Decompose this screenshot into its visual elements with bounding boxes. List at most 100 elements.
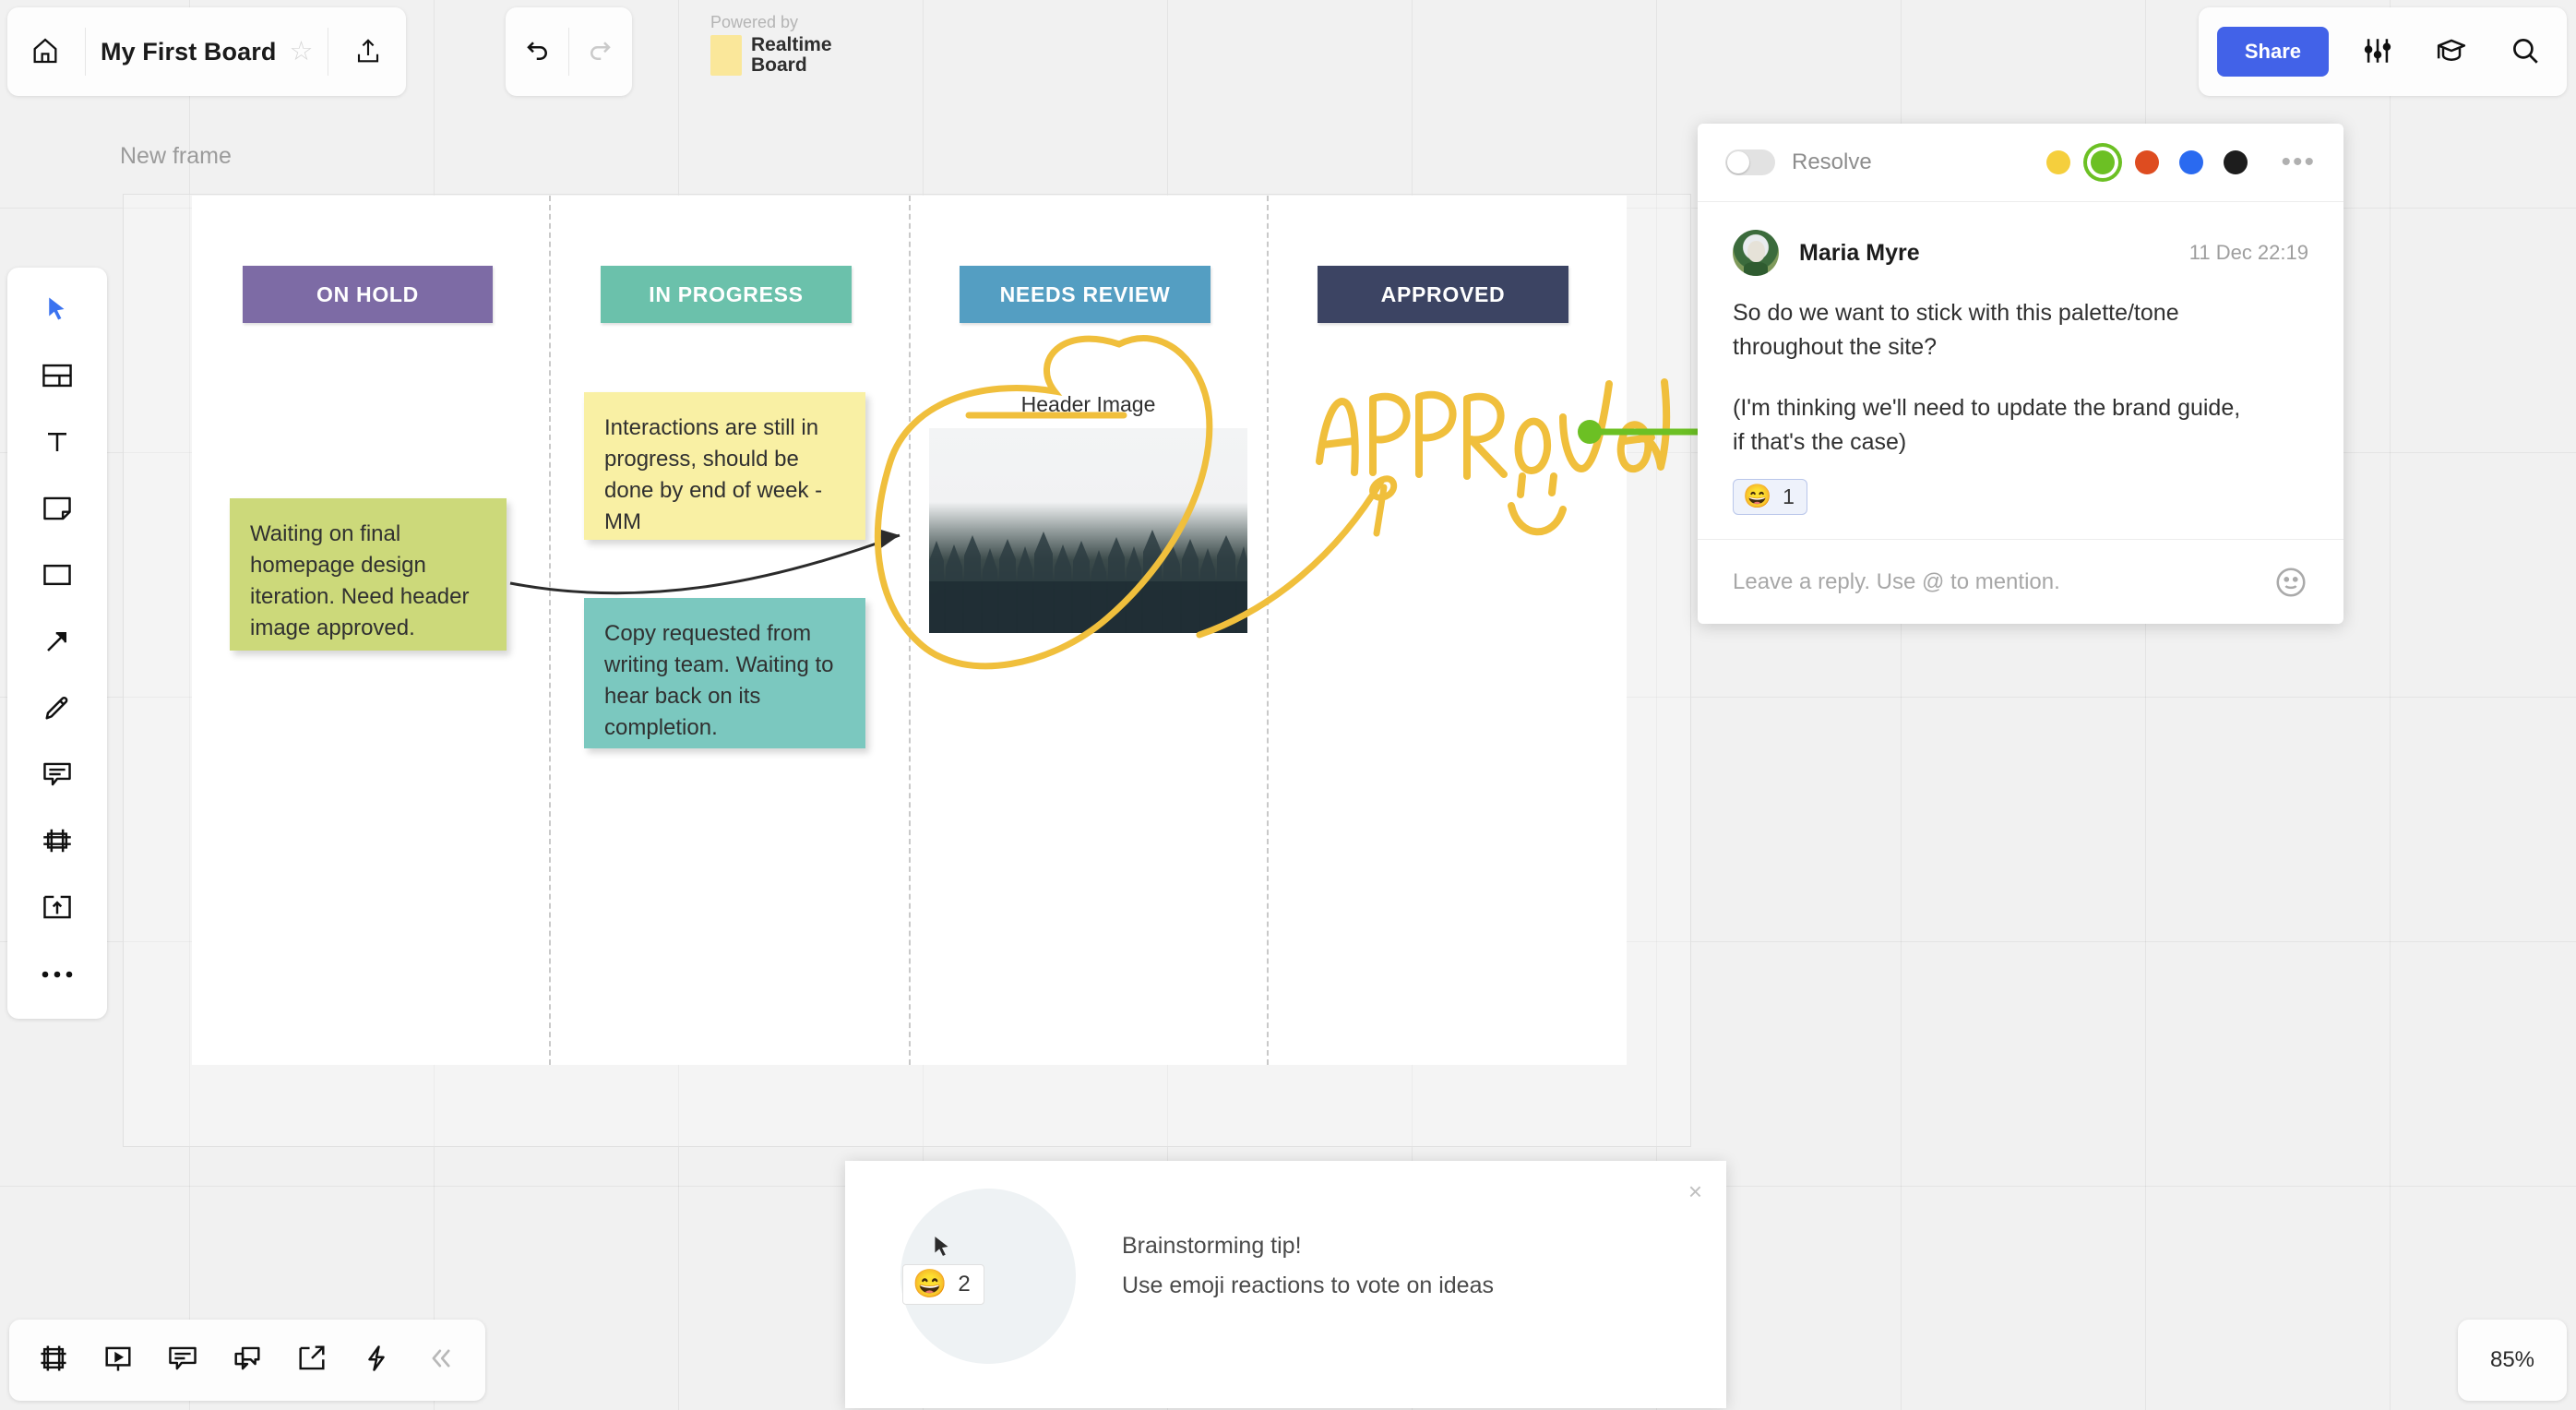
- sticky-note-icon: [42, 496, 72, 526]
- board-settings-button[interactable]: [2353, 27, 2403, 77]
- rectangle-icon: [42, 563, 72, 591]
- header-image-widget[interactable]: Header Image: [929, 392, 1247, 633]
- column-header-needs-review[interactable]: NEEDS REVIEW: [960, 266, 1210, 323]
- header-image-photo[interactable]: [929, 428, 1247, 633]
- column-divider-3: [1267, 196, 1269, 1065]
- resolve-toggle[interactable]: [1725, 149, 1775, 175]
- account-toolbar-group: Share: [2198, 7, 2567, 96]
- cursor-arrow-icon: [930, 1233, 954, 1265]
- comment-color-picker: •••: [2046, 149, 2316, 176]
- frame-crop-icon: [42, 828, 72, 858]
- export-upload-button[interactable]: [343, 27, 393, 77]
- resolve-label: Resolve: [1792, 149, 1872, 174]
- template-tool[interactable]: [28, 351, 87, 404]
- chat-button[interactable]: [218, 1332, 277, 1389]
- upload-box-icon: [42, 894, 72, 925]
- column-header-on-hold[interactable]: ON HOLD: [243, 266, 493, 323]
- column-header-label: IN PROGRESS: [649, 281, 804, 306]
- chevron-double-left-icon: [428, 1346, 454, 1375]
- column-divider-1: [549, 196, 551, 1065]
- text-tool[interactable]: [28, 417, 87, 471]
- brainstorming-tip-popup: × 😄 2 Brainstorming tip! Use emoji react…: [845, 1161, 1726, 1408]
- zoom-level-badge[interactable]: 85%: [2458, 1320, 2567, 1401]
- emoji-picker-icon[interactable]: [2273, 565, 2308, 600]
- grinning-face-emoji-icon: 😄: [912, 1269, 948, 1299]
- comment-text-paragraph-2: (I'm thinking we'll need to update the b…: [1733, 395, 2241, 455]
- sticky-note-text: Interactions are still in progress, shou…: [604, 415, 823, 535]
- upload-tool[interactable]: [28, 882, 87, 936]
- line-tool[interactable]: [28, 616, 87, 670]
- comment-author-row: Maria Myre 11 Dec 22:19: [1733, 230, 2308, 276]
- magnifier-icon: [2510, 35, 2541, 69]
- cursor-arrow-icon: [43, 294, 71, 329]
- comment-reaction-chip[interactable]: 😄 1: [1733, 479, 1807, 515]
- shape-tool[interactable]: [28, 550, 87, 603]
- avatar: [1733, 230, 1779, 276]
- powered-by-brand: Powered by Realtime Board: [710, 13, 832, 76]
- template-grid-icon: [42, 363, 73, 393]
- column-header-approved[interactable]: APPROVED: [1318, 266, 1568, 323]
- reply-input[interactable]: [1733, 568, 2273, 595]
- toolbar-divider: [85, 28, 86, 76]
- more-tools-button[interactable]: [28, 949, 87, 1002]
- column-header-in-progress[interactable]: IN PROGRESS: [601, 266, 852, 323]
- presentation-button[interactable]: [89, 1332, 148, 1389]
- home-button[interactable]: [20, 27, 70, 77]
- color-dot-blue[interactable]: [2179, 150, 2204, 174]
- home-icon: [30, 36, 60, 68]
- chat-bubbles-icon: [233, 1344, 262, 1377]
- sticky-note-in-progress-2[interactable]: Copy requested from writing team. Waitin…: [584, 598, 865, 748]
- integrations-button[interactable]: [347, 1332, 406, 1389]
- lightning-bolt-icon: [364, 1344, 388, 1377]
- toolbar-divider: [568, 28, 569, 76]
- comment-body: Maria Myre 11 Dec 22:19 So do we want to…: [1698, 201, 2343, 539]
- frames-panel-button[interactable]: [24, 1332, 83, 1389]
- page-title: My First Board: [101, 37, 277, 66]
- grinning-face-emoji-icon: 😄: [1743, 484, 1772, 509]
- tip-title: Brainstorming tip!: [1122, 1233, 1302, 1259]
- comment-tool[interactable]: [28, 749, 87, 803]
- powered-by-label: Powered by: [710, 13, 799, 31]
- sticky-note-in-progress-1[interactable]: Interactions are still in progress, shou…: [584, 392, 865, 540]
- board-app: New frame ON HOLD IN PROGRESS NEEDS REVI…: [0, 0, 2576, 1410]
- color-dot-green[interactable]: [2091, 150, 2116, 174]
- frames-icon: [39, 1344, 68, 1377]
- pen-tool[interactable]: [28, 683, 87, 736]
- column-divider-2: [909, 196, 911, 1065]
- favorite-star-icon[interactable]: ☆: [289, 38, 313, 66]
- sticky-note-on-hold[interactable]: Waiting on final homepage design iterati…: [230, 498, 507, 651]
- frame-tool[interactable]: [28, 816, 87, 869]
- search-button[interactable]: [2500, 27, 2550, 77]
- comment-more-options-icon[interactable]: •••: [2281, 149, 2316, 176]
- column-header-label: NEEDS REVIEW: [999, 281, 1171, 306]
- left-toolbar: [7, 268, 107, 1019]
- comment-author-name: Maria Myre: [1799, 239, 1920, 266]
- close-icon[interactable]: ×: [1688, 1177, 1702, 1206]
- header-image-caption: Header Image: [1020, 392, 1156, 416]
- color-dot-yellow[interactable]: [2046, 150, 2071, 174]
- color-dot-black[interactable]: [2224, 150, 2248, 174]
- cursor-select-tool[interactable]: [28, 284, 87, 338]
- sticky-note-text: Waiting on final homepage design iterati…: [250, 521, 470, 641]
- share-button[interactable]: Share: [2216, 27, 2329, 77]
- export-arrow-icon: [297, 1344, 327, 1377]
- column-header-label: ON HOLD: [316, 281, 419, 306]
- comment-timestamp: 11 Dec 22:19: [2188, 241, 2308, 264]
- tip-body: Use emoji reactions to vote on ideas: [1122, 1273, 1494, 1298]
- column-header-label: APPROVED: [1380, 281, 1506, 306]
- tip-reaction-count: 2: [958, 1272, 971, 1296]
- learning-center-button[interactable]: [2427, 27, 2476, 77]
- undo-arrow-icon: [523, 37, 553, 67]
- comment-panel-header: Resolve •••: [1698, 124, 2343, 201]
- comments-panel-button[interactable]: [153, 1332, 212, 1389]
- history-toolbar-group: [506, 7, 632, 96]
- sticky-note-tool[interactable]: [28, 484, 87, 537]
- color-dot-red[interactable]: [2135, 150, 2160, 174]
- board-toolbar-group: My First Board ☆: [7, 7, 407, 96]
- upload-icon: [354, 36, 382, 68]
- undo-button[interactable]: [513, 27, 563, 77]
- collapse-button[interactable]: [411, 1332, 471, 1389]
- pencil-icon: [43, 694, 71, 726]
- redo-button[interactable]: [575, 27, 625, 77]
- export-button[interactable]: [282, 1332, 341, 1389]
